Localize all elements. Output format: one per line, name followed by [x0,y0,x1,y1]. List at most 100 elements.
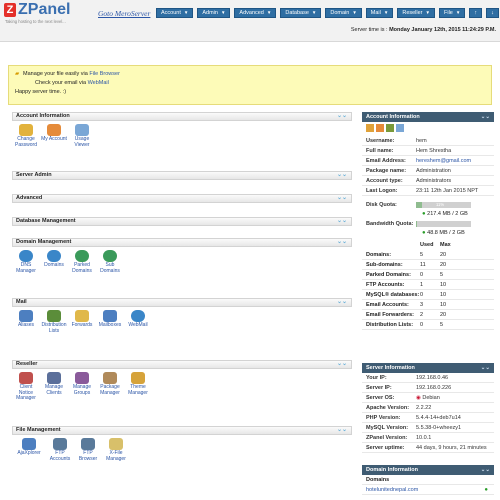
info-row: Server IP: 192.168.0.226 [362,383,494,393]
panel-header[interactable]: Account Information ⌄⌄ [362,112,494,122]
ok-icon: ● [422,230,426,236]
client-notice-manager-module[interactable]: Client Notice Manager [12,372,40,402]
domain-link[interactable]: hotelunitednepal.com [366,485,418,494]
aliases-module[interactable]: Aliases [12,310,40,334]
mailboxes-module[interactable]: Mailboxes [96,310,124,334]
nav-domain[interactable]: Domain ▼ [325,8,362,18]
panel-header[interactable]: Mail ⌄⌄ [12,298,352,307]
panel-header[interactable]: Domain Information ⌄⌄ [362,465,494,475]
lock-icon[interactable] [396,124,404,132]
zpanel-logo-icon: Z [4,3,16,17]
info-row: Email Address: hereshem@gmail.com [362,156,494,166]
usage-key: MySQL® databases: [366,292,420,298]
nav-mail-label: Mail [370,10,381,16]
info-key: Full name: [366,148,394,154]
usage-key: FTP Accounts: [366,282,405,288]
chevron-down-icon[interactable]: ⌄⌄ [337,361,347,368]
chevron-down-icon[interactable]: ⌄⌄ [337,239,347,246]
chevron-down-icon[interactable]: ⌄⌄ [481,112,490,122]
chevron-down-icon[interactable]: ⌄⌄ [337,172,347,179]
info-row: Server uptime: 44 days, 9 hours, 21 minut… [362,443,494,453]
disk-quota-fill [416,202,423,208]
globe-icon [19,250,33,262]
manage-groups-module[interactable]: Manage Groups [68,372,96,402]
chevron-down-icon[interactable]: ⌄⌄ [337,195,347,202]
zpanel-logo[interactable]: Z ZPanel Taking hosting to the next leve… [4,1,86,28]
nav-up-button[interactable]: ↑ [469,8,483,18]
nav-mail[interactable]: Mail ▼ [365,8,394,18]
server-link[interactable]: Goto MeroServer [98,9,150,18]
info-value[interactable]: hereshem@gmail.com [416,156,471,165]
file-panel: File Management ⌄⌄ AjaXplorer FTP Account… [12,426,352,463]
info-key: Server uptime: [366,445,405,451]
nav-down-button[interactable]: ↓ [486,8,499,18]
sub-domains-module[interactable]: Sub Domains [96,250,124,274]
dns-manager-module[interactable]: DNS Manager [12,250,40,274]
users-icon[interactable] [386,124,394,132]
nav-file[interactable]: File ▼ [439,8,466,18]
panel-header[interactable]: Database Management ⌄⌄ [12,217,352,226]
chevron-down-icon[interactable]: ⌄⌄ [337,427,347,434]
package-manager-module[interactable]: Package Manager [96,372,124,402]
usage-used: 1 [420,282,424,288]
panel-title: Domain Management [16,239,72,245]
parked-domains-module[interactable]: Parked Domains [68,250,96,274]
info-key: Last Logon: [366,188,398,194]
nav-admin[interactable]: Admin ▼ [197,8,231,18]
ftp-browser-module[interactable]: FTP Browser [74,438,102,462]
server-icon [81,438,95,450]
chevron-down-icon[interactable]: ⌄⌄ [481,363,490,373]
manage-clients-module[interactable]: Manage Clients [40,372,68,402]
theme-manager-module[interactable]: Theme Manager [124,372,152,402]
ok-icon: ● [422,211,426,217]
panel-header[interactable]: Server Admin ⌄⌄ [12,171,352,180]
panel-header[interactable]: File Management ⌄⌄ [12,426,352,435]
nav-advanced[interactable]: Advanced ▼ [234,8,277,18]
chevron-down-icon[interactable]: ⌄⌄ [337,113,347,120]
domains-module[interactable]: Domains [40,250,68,274]
change-password-module[interactable]: Change Password [12,124,40,148]
webmail-link[interactable]: WebMail [88,80,109,86]
panel-header[interactable]: Account Information ⌄⌄ [12,112,352,121]
file-browser-link[interactable]: File Browser [89,71,120,77]
webmail-module[interactable]: WebMail [124,310,152,334]
notice-box: ▰ Manage your file easily via File Browse… [8,65,492,105]
panel-title: Reseller [16,361,38,367]
chevron-down-icon: ▼ [352,10,357,15]
info-key: Server OS: [366,395,395,401]
server-time-value: Monday January 12th, 2015 11:24:29 P.M. [389,27,496,33]
usage-row: Email Accounts: 3 10 [362,300,494,310]
x-file-manager-module[interactable]: X-File Manager [102,438,130,462]
nav-database[interactable]: Database ▼ [280,8,322,18]
ajaxplorer-module[interactable]: AjaXplorer [12,438,46,462]
panel-header[interactable]: Server Information ⌄⌄ [362,363,494,373]
module-label: Client Notice Manager [16,384,36,402]
info-row: ZPanel Version: 10.0.1 [362,433,494,443]
mailbox-icon [103,310,117,322]
nav-reseller[interactable]: Reseller ▼ [397,8,435,18]
forwards-module[interactable]: Forwards [68,310,96,334]
distribution-lists-module[interactable]: Distribution Lists [40,310,68,334]
panel-header[interactable]: Reseller ⌄⌄ [12,360,352,369]
home-icon[interactable] [366,124,374,132]
my-account-module[interactable]: My Account [40,124,68,148]
usage-row: FTP Accounts: 1 10 [362,280,494,290]
nav-account[interactable]: Account ▼ [156,8,194,18]
domain-panel: Domain Management ⌄⌄ DNS Manager Domains … [12,238,352,275]
chevron-down-icon[interactable]: ⌄⌄ [337,218,347,225]
debian-icon: ◉ [416,395,421,401]
usage-used: 2 [420,312,424,318]
server-info-panel: Server Information ⌄⌄ Your IP: 192.168.0.4… [362,363,494,453]
panel-header[interactable]: Advanced ⌄⌄ [12,194,352,203]
advanced-panel: Advanced ⌄⌄ [12,194,352,203]
usage-viewer-module[interactable]: Usage Viewer [68,124,96,148]
user-icon[interactable] [376,124,384,132]
panel-header[interactable]: Domain Management ⌄⌄ [12,238,352,247]
chevron-down-icon[interactable]: ⌄⌄ [481,465,490,475]
chevron-down-icon[interactable]: ⌄⌄ [337,299,347,306]
notice-text-2: Check your email via [35,80,88,86]
usage-key: Distribution Lists: [366,322,414,328]
info-row: Apache Version: 2.2.22 [362,403,494,413]
envelope-icon [75,310,89,322]
ftp-accounts-module[interactable]: FTP Accounts [46,438,74,462]
